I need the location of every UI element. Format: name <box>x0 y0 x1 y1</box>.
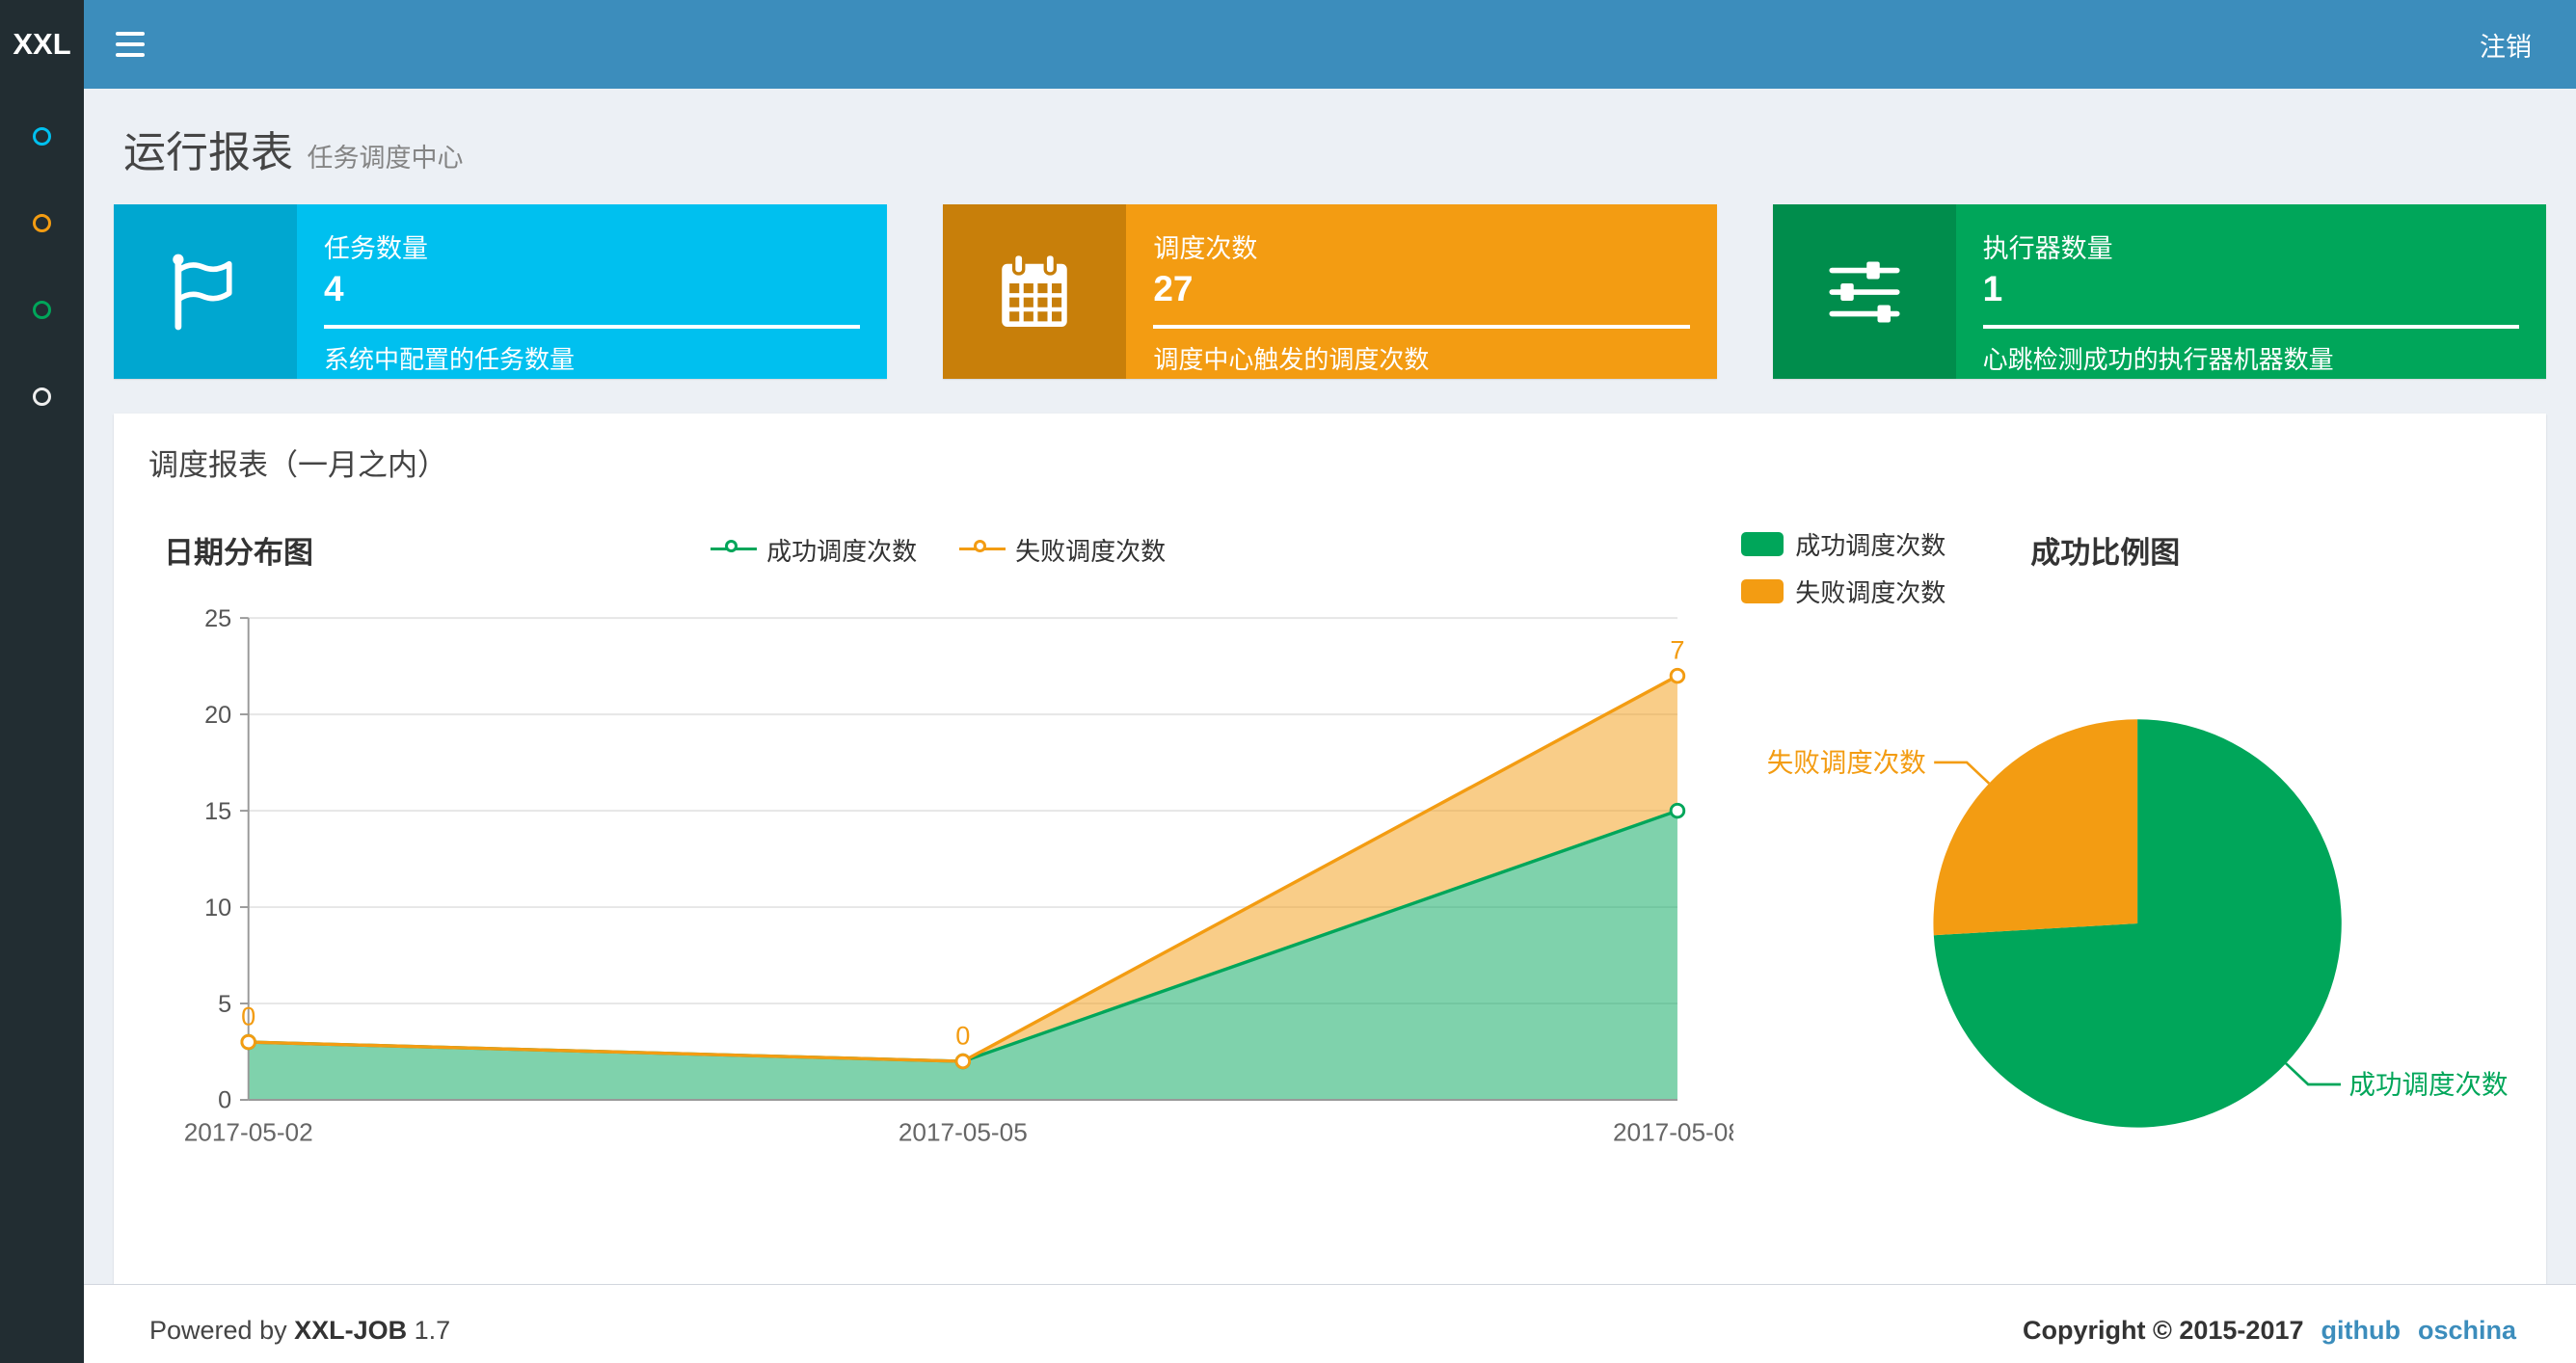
trigger-count-label: 调度次数 <box>1153 234 1258 263</box>
trigger-count-box: 调度次数 27 调度中心触发的调度次数 <box>943 204 1717 379</box>
legend-fail-label: 失败调度次数 <box>1015 536 1167 566</box>
sidebar-item-help-icon[interactable] <box>33 388 51 406</box>
success-swatch-icon <box>1741 532 1784 556</box>
fail-swatch-icon <box>1741 579 1784 603</box>
job-count-content: 任务数量 4 系统中配置的任务数量 <box>297 204 887 379</box>
y-tick-label: 15 <box>204 798 231 825</box>
app-logo: XXL <box>0 0 84 89</box>
pie-chart-title: 成功比例图 <box>2030 536 2181 570</box>
job-count-desc: 系统中配置的任务数量 <box>324 345 576 374</box>
pie-legend-success[interactable]: 成功调度次数 <box>1741 526 1945 562</box>
date-distribution-section: 日期分布图 成功调度次数 失败调度次数 0 5 10 15 20 25 2017… <box>143 522 1733 1242</box>
hamburger-icon <box>116 53 145 57</box>
fail-point <box>954 1053 972 1070</box>
pie-legend-fail[interactable]: 失败调度次数 <box>1741 574 1945 609</box>
y-tick-label: 10 <box>204 895 231 922</box>
calendar-icon <box>943 204 1127 379</box>
pie-label-line <box>2285 1062 2342 1086</box>
point-label: 0 <box>955 1021 970 1051</box>
sidebar-item-jobs-icon[interactable] <box>33 214 51 232</box>
sidebar-toggle-button[interactable] <box>84 0 176 89</box>
trigger-count-desc: 调度中心触发的调度次数 <box>1153 345 1430 374</box>
executor-count-value: 1 <box>1982 269 2003 308</box>
y-tick-label: 5 <box>218 991 231 1018</box>
legend-success[interactable]: 成功调度次数 <box>711 532 917 568</box>
success-point <box>1669 802 1686 819</box>
trigger-count-value: 27 <box>1153 269 1194 308</box>
footer: Powered by XXL-JOB 1.7 Copyright © 2015-… <box>84 1284 2576 1363</box>
page-title: 运行报表 <box>123 129 293 176</box>
legend-success-label: 成功调度次数 <box>766 536 918 566</box>
fail-point <box>1669 667 1686 684</box>
copyright-text: Copyright © 2015-2017 <box>2022 1316 2304 1346</box>
app-root: XXL 注销 运行报表 任务调度中心 任务数量 4 系统中配置的任务数量 调度次… <box>0 0 2576 1363</box>
point-label: 7 <box>1670 635 1684 665</box>
y-tick-label: 0 <box>218 1087 231 1114</box>
pie-slice-label: 成功调度次数 <box>2349 1070 2509 1100</box>
footer-powered-by: Powered by XXL-JOB 1.7 <box>149 1316 450 1346</box>
pie-label-line <box>1934 761 1991 785</box>
x-tick-label: 2017-05-05 <box>899 1118 1028 1147</box>
executor-count-desc: 心跳检测成功的执行器机器数量 <box>1982 345 2334 374</box>
job-count-box: 任务数量 4 系统中配置的任务数量 <box>114 204 888 379</box>
progress-line <box>324 325 861 329</box>
x-tick-label: 2017-05-08 <box>1613 1118 1733 1147</box>
navbar-right: 注销 <box>2435 0 2576 89</box>
app-name: XXL-JOB <box>294 1316 408 1346</box>
x-tick-label: 2017-05-02 <box>184 1118 313 1147</box>
y-tick-label: 25 <box>204 605 231 632</box>
report-panel-title: 调度报表（一月之内） <box>148 448 447 482</box>
success-ratio-chart: 成功调度次数 失败调度次数 <box>1767 719 2509 1128</box>
progress-line <box>1982 325 2519 329</box>
legend-fail[interactable]: 失败调度次数 <box>959 532 1166 568</box>
fail-point <box>240 1033 256 1051</box>
sidebar <box>0 89 84 1363</box>
pie-slice-label: 失败调度次数 <box>1767 747 1926 777</box>
summary-boxes: 任务数量 4 系统中配置的任务数量 调度次数 27 调度中心触发的调度次数 执行… <box>114 204 2546 379</box>
executor-count-content: 执行器数量 1 心跳检测成功的执行器机器数量 <box>1956 204 2546 379</box>
progress-line <box>1153 325 1690 329</box>
sidebar-item-report-icon[interactable] <box>33 127 51 146</box>
hamburger-icon <box>116 42 145 46</box>
pie-legend-success-label: 成功调度次数 <box>1795 531 1946 560</box>
report-panel: 调度报表（一月之内） 日期分布图 成功调度次数 失败调度次数 0 5 10 15… <box>114 414 2546 1285</box>
point-label: 0 <box>241 1002 255 1031</box>
sidebar-item-logs-icon[interactable] <box>33 301 51 319</box>
date-distribution-chart: 05101520252017-05-02 2017-05-05 2017-05-08… <box>184 605 1733 1147</box>
y-tick-label: 20 <box>204 702 231 729</box>
content-area: 运行报表 任务调度中心 任务数量 4 系统中配置的任务数量 调度次数 27 调度… <box>84 89 2576 1285</box>
report-panel-body: 日期分布图 成功调度次数 失败调度次数 0 5 10 15 20 25 2017… <box>114 497 2546 1284</box>
powered-prefix: Powered by <box>149 1316 287 1346</box>
line-chart-legend: 成功调度次数 失败调度次数 <box>143 532 1733 568</box>
logout-link[interactable]: 注销 <box>2435 0 2576 89</box>
sliders-icon <box>1772 204 1956 379</box>
github-link[interactable]: github <box>2321 1316 2401 1346</box>
app-version: 1.7 <box>414 1316 451 1346</box>
job-count-label: 任务数量 <box>324 234 428 263</box>
oschina-link[interactable]: oschina <box>2418 1316 2516 1346</box>
pie-legend-fail-label: 失败调度次数 <box>1795 578 1946 607</box>
pie-slice <box>1933 719 2138 936</box>
trigger-count-content: 调度次数 27 调度中心触发的调度次数 <box>1126 204 1716 379</box>
pie-chart-legend: 成功调度次数 失败调度次数 <box>1741 526 1945 609</box>
executor-count-box: 执行器数量 1 心跳检测成功的执行器机器数量 <box>1772 204 2546 379</box>
page-header: 运行报表 任务调度中心 <box>114 89 2546 204</box>
job-count-value: 4 <box>324 269 344 308</box>
success-legend-marker-icon <box>711 537 758 562</box>
executor-count-label: 执行器数量 <box>1982 234 2113 263</box>
flag-icon <box>114 204 297 379</box>
top-navbar: XXL 注销 <box>0 0 2576 89</box>
page-subtitle: 任务调度中心 <box>307 144 464 173</box>
success-ratio-section: 成功调度次数 失败调度次数 成功比例图 成功调度次数 失败调度次数 <box>1733 522 2517 1242</box>
fail-legend-marker-icon <box>959 537 1006 562</box>
hamburger-icon <box>116 32 145 36</box>
